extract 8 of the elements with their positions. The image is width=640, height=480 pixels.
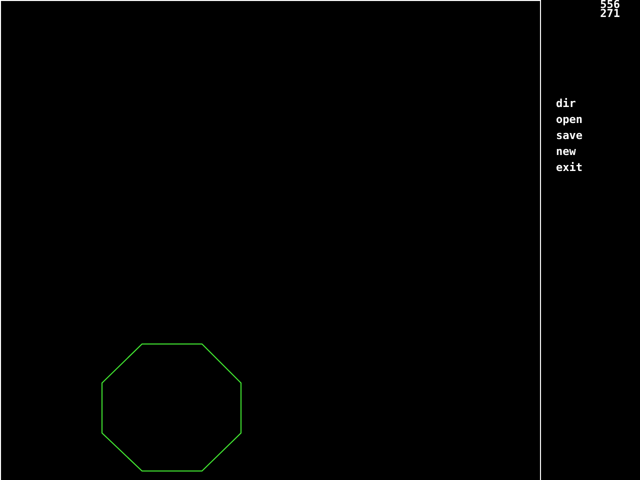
menu-item[interactable]: exit [556,161,582,174]
menu-item[interactable]: save [556,129,582,142]
drawing-canvas[interactable] [0,0,541,480]
menu-item[interactable]: dir [556,97,576,110]
menu-item[interactable]: new [556,145,576,158]
coordinate-readout: 271 [600,9,620,18]
menu-item[interactable]: open [556,113,582,126]
coordinate-readout: 556 [600,0,620,9]
